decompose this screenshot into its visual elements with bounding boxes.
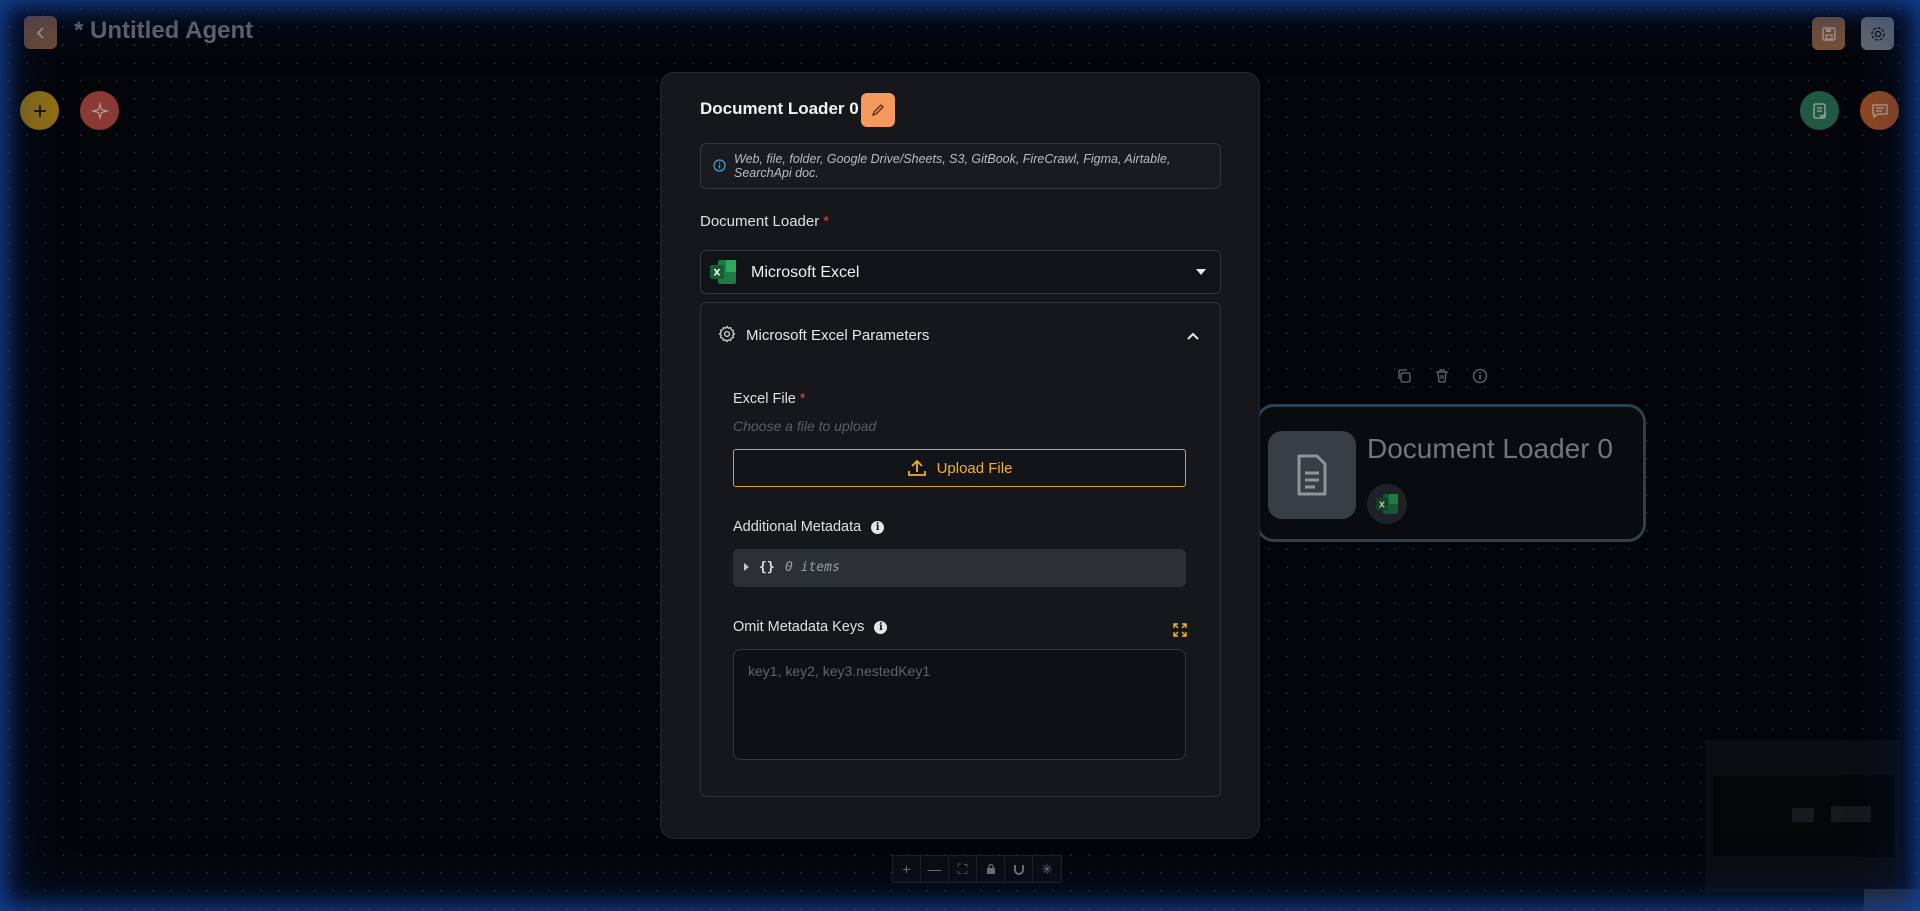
upload-file-label: Upload File	[936, 459, 1013, 477]
upload-file-button[interactable]: Upload File	[733, 449, 1186, 487]
expand-icon[interactable]	[1173, 623, 1187, 642]
edit-name-button[interactable]	[861, 93, 895, 127]
description-text: Web, file, folder, Google Drive/Sheets, …	[734, 152, 1171, 180]
upload-icon	[907, 459, 926, 476]
json-item-count: 0 items	[785, 560, 840, 575]
omit-keys-placeholder: key1, key2, key3.nestedKey1	[748, 663, 931, 679]
omit-metadata-keys-label: Omit Metadata Keys i	[733, 619, 888, 635]
selected-loader: Microsoft Excel	[751, 264, 860, 281]
info-icon[interactable]: i	[874, 620, 888, 634]
excel-file-placeholder: Choose a file to upload	[733, 418, 877, 434]
dropdown-arrow-icon	[1196, 269, 1206, 275]
pencil-icon	[871, 104, 884, 117]
omit-metadata-keys-input[interactable]: key1, key2, key3.nestedKey1	[733, 649, 1186, 760]
document-loader-label: Document Loader *	[700, 213, 830, 230]
svg-text:X: X	[714, 269, 721, 279]
info-icon[interactable]: i	[871, 520, 885, 534]
gear-icon	[718, 325, 736, 348]
expand-arrow-icon[interactable]	[744, 563, 749, 571]
additional-metadata-label: Additional Metadata i	[733, 519, 885, 535]
collapse-chevron-icon[interactable]	[1186, 328, 1200, 346]
document-loader-select[interactable]: X Microsoft Excel	[700, 250, 1221, 294]
dialog-title: Document Loader 0	[700, 99, 859, 118]
excel-parameters-panel: Microsoft Excel Parameters Excel File * C…	[700, 302, 1221, 797]
node-description: Web, file, folder, Google Drive/Sheets, …	[700, 143, 1221, 189]
excel-icon: X	[709, 259, 737, 290]
node-config-dialog: Document Loader 0 Web, file, folder, Goo…	[660, 72, 1260, 839]
metadata-json-editor[interactable]: {} 0 items	[733, 549, 1186, 587]
required-mark: *	[823, 213, 830, 230]
info-icon	[713, 159, 726, 177]
excel-file-label: Excel File *	[733, 391, 806, 407]
json-braces: {}	[759, 560, 775, 575]
parameters-title: Microsoft Excel Parameters	[746, 327, 930, 344]
